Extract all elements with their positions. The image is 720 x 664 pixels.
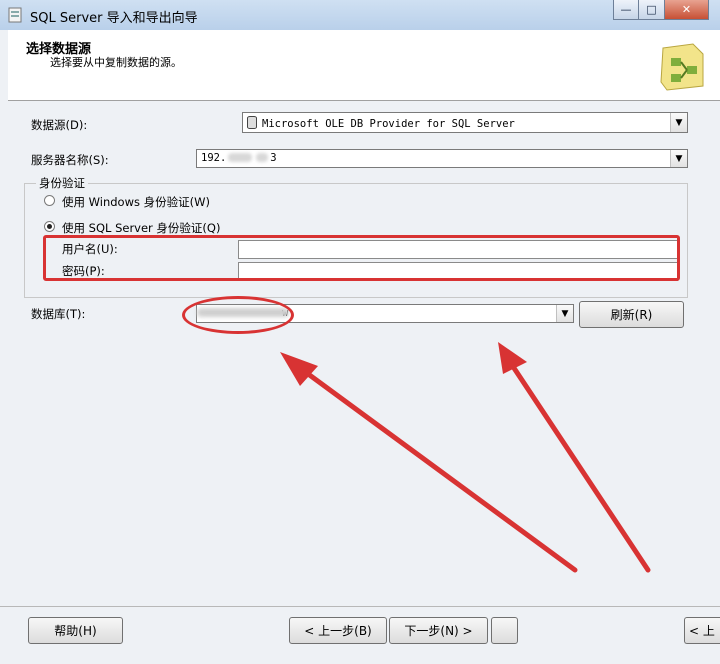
- annotation-arrows: [280, 342, 651, 573]
- help-button[interactable]: 帮助(H): [28, 617, 123, 644]
- annotation-arrowhead-left: [280, 352, 318, 386]
- cancel-button[interactable]: < 上: [684, 617, 720, 644]
- wizard-window: SQL Server 导入和导出向导 — □ ✕ 选择数据源 选择要从中复制数据…: [0, 0, 720, 664]
- annotation-arrowhead-right: [498, 342, 527, 374]
- finish-button[interactable]: [491, 617, 518, 644]
- next-button[interactable]: 下一步(N) >: [389, 617, 488, 644]
- back-button[interactable]: < 上一步(B): [289, 617, 387, 644]
